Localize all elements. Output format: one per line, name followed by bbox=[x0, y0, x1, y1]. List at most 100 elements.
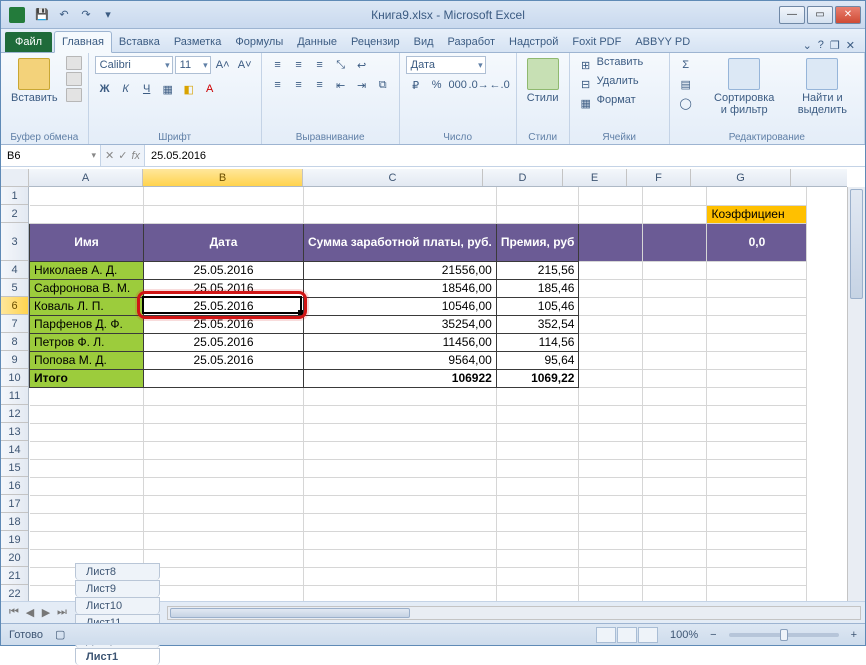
cell-F3[interactable] bbox=[643, 223, 707, 261]
cell-C15[interactable] bbox=[304, 459, 497, 477]
workbook-close-icon[interactable]: ✕ bbox=[846, 39, 855, 52]
cell-D14[interactable] bbox=[496, 441, 579, 459]
increase-decimal-icon[interactable]: .0→ bbox=[469, 76, 489, 94]
cell-G19[interactable] bbox=[707, 531, 807, 549]
cell-F9[interactable] bbox=[643, 351, 707, 369]
cell-F10[interactable] bbox=[643, 369, 707, 387]
cell-F6[interactable] bbox=[643, 297, 707, 315]
cell-D20[interactable] bbox=[496, 549, 579, 567]
cells-insert-button[interactable]: ⊞Вставить bbox=[576, 56, 644, 74]
cell-E2[interactable] bbox=[579, 205, 643, 223]
sheet-tab-Лист8[interactable]: Лист8 bbox=[75, 563, 160, 580]
cell-E12[interactable] bbox=[579, 405, 643, 423]
align-middle-icon[interactable]: ≡ bbox=[289, 56, 309, 74]
maximize-button[interactable]: ▭ bbox=[807, 6, 833, 24]
cell-D2[interactable] bbox=[496, 205, 579, 223]
cell-C8[interactable]: 11456,00 bbox=[304, 333, 497, 351]
cell-C13[interactable] bbox=[304, 423, 497, 441]
zoom-slider[interactable] bbox=[729, 633, 839, 637]
cell-A5[interactable]: Сафронова В. М. bbox=[30, 279, 144, 297]
align-left-icon[interactable]: ≡ bbox=[268, 76, 288, 94]
align-right-icon[interactable]: ≡ bbox=[310, 76, 330, 94]
wrap-text-icon[interactable]: ↩ bbox=[352, 56, 372, 74]
cell-E21[interactable] bbox=[579, 567, 643, 585]
find-select-button[interactable]: Найти и выделить bbox=[787, 56, 858, 118]
zoom-level[interactable]: 100% bbox=[670, 629, 698, 641]
row-header-1[interactable]: 1 bbox=[1, 187, 28, 205]
comma-icon[interactable]: 000 bbox=[448, 76, 468, 94]
cell-A12[interactable] bbox=[30, 405, 144, 423]
cell-E4[interactable] bbox=[579, 261, 643, 279]
row-header-10[interactable]: 10 bbox=[1, 369, 28, 387]
cells-delete-button[interactable]: ⊟Удалить bbox=[576, 75, 639, 93]
cell-G16[interactable] bbox=[707, 477, 807, 495]
row-header-17[interactable]: 17 bbox=[1, 495, 28, 513]
cell-D6[interactable]: 105,46 bbox=[496, 297, 579, 315]
cell-C14[interactable] bbox=[304, 441, 497, 459]
cell-E15[interactable] bbox=[579, 459, 643, 477]
cell-F19[interactable] bbox=[643, 531, 707, 549]
select-all-corner[interactable] bbox=[1, 169, 29, 187]
cell-G15[interactable] bbox=[707, 459, 807, 477]
cell-F18[interactable] bbox=[643, 513, 707, 531]
cell-B12[interactable] bbox=[144, 405, 304, 423]
cell-A16[interactable] bbox=[30, 477, 144, 495]
row-header-19[interactable]: 19 bbox=[1, 531, 28, 549]
normal-view-button[interactable] bbox=[596, 627, 616, 643]
cell-D22[interactable] bbox=[496, 585, 579, 601]
cell-E18[interactable] bbox=[579, 513, 643, 531]
decrease-indent-icon[interactable]: ⇤ bbox=[331, 76, 351, 94]
cell-E1[interactable] bbox=[579, 187, 643, 205]
cell-D4[interactable]: 215,56 bbox=[496, 261, 579, 279]
cell-D5[interactable]: 185,46 bbox=[496, 279, 579, 297]
row-header-11[interactable]: 11 bbox=[1, 387, 28, 405]
column-header-G[interactable]: G bbox=[691, 169, 791, 186]
cell-A7[interactable]: Парфенов Д. Ф. bbox=[30, 315, 144, 333]
row-header-20[interactable]: 20 bbox=[1, 549, 28, 567]
cell-G5[interactable] bbox=[707, 279, 807, 297]
cell-A6[interactable]: Коваль Л. П. bbox=[30, 297, 144, 315]
cell-F4[interactable] bbox=[643, 261, 707, 279]
zoom-in-button[interactable]: + bbox=[851, 629, 857, 641]
italic-button[interactable]: К bbox=[116, 80, 136, 98]
cell-A3[interactable]: Имя bbox=[30, 223, 144, 261]
cell-E9[interactable] bbox=[579, 351, 643, 369]
clear-icon[interactable]: ◯ bbox=[676, 94, 696, 112]
cell-C5[interactable]: 18546,00 bbox=[304, 279, 497, 297]
qat-redo[interactable]: ↷ bbox=[77, 6, 95, 24]
ribbon-tab-foxit pdf[interactable]: Foxit PDF bbox=[565, 32, 628, 52]
vscroll-thumb[interactable] bbox=[850, 189, 863, 299]
cell-B20[interactable] bbox=[144, 549, 304, 567]
cell-E13[interactable] bbox=[579, 423, 643, 441]
cell-G10[interactable] bbox=[707, 369, 807, 387]
cell-C19[interactable] bbox=[304, 531, 497, 549]
autosum-icon[interactable]: Σ bbox=[676, 56, 696, 74]
cell-C9[interactable]: 9564,00 bbox=[304, 351, 497, 369]
cell-C18[interactable] bbox=[304, 513, 497, 531]
cell-G22[interactable] bbox=[707, 585, 807, 601]
cell-G1[interactable] bbox=[707, 187, 807, 205]
cell-E8[interactable] bbox=[579, 333, 643, 351]
cell-D8[interactable]: 114,56 bbox=[496, 333, 579, 351]
row-header-15[interactable]: 15 bbox=[1, 459, 28, 477]
increase-indent-icon[interactable]: ⇥ bbox=[352, 76, 372, 94]
cell-A1[interactable] bbox=[30, 187, 144, 205]
vertical-scrollbar[interactable] bbox=[847, 187, 865, 601]
column-header-E[interactable]: E bbox=[563, 169, 627, 186]
cell-styles-button[interactable]: Стили bbox=[523, 56, 563, 106]
cell-A2[interactable] bbox=[30, 205, 144, 223]
cell-B19[interactable] bbox=[144, 531, 304, 549]
cell-B17[interactable] bbox=[144, 495, 304, 513]
cell-D3[interactable]: Премия, руб bbox=[496, 223, 579, 261]
ribbon-tab-вид[interactable]: Вид bbox=[407, 32, 441, 52]
sheet-tab-Лист10[interactable]: Лист10 bbox=[75, 597, 160, 614]
zoom-out-button[interactable]: − bbox=[710, 629, 716, 641]
cell-F7[interactable] bbox=[643, 315, 707, 333]
font-size-combo[interactable]: 11 bbox=[175, 56, 211, 74]
fill-icon[interactable]: ▤ bbox=[676, 75, 696, 93]
cell-B1[interactable] bbox=[144, 187, 304, 205]
cell-B4[interactable]: 25.05.2016 bbox=[144, 261, 304, 279]
row-header-5[interactable]: 5 bbox=[1, 279, 28, 297]
cell-B22[interactable] bbox=[144, 585, 304, 601]
cell-G2[interactable]: Коэффициен bbox=[707, 205, 807, 223]
